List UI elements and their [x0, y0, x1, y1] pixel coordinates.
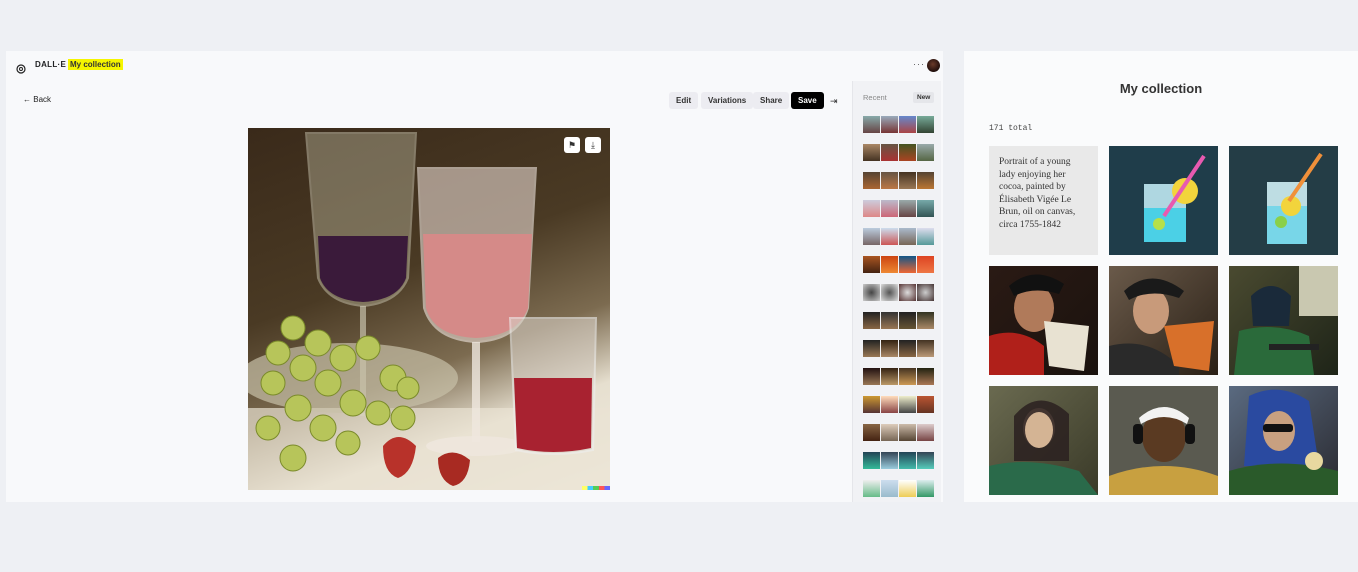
history-row[interactable] — [863, 228, 934, 245]
recent-label: Recent — [863, 93, 887, 102]
history-row[interactable] — [863, 396, 934, 413]
save-button[interactable]: Save — [791, 92, 824, 109]
history-row[interactable] — [863, 480, 934, 497]
share-button[interactable]: Share — [753, 92, 790, 109]
history-row[interactable] — [863, 424, 934, 441]
collection-tile[interactable] — [1229, 146, 1338, 255]
history-rail: Recent New — [852, 81, 941, 502]
collection-tile[interactable] — [989, 386, 1098, 495]
history-row[interactable] — [863, 172, 934, 189]
collection-total: 171 total — [989, 124, 1033, 133]
breadcrumb[interactable]: My collection — [68, 59, 123, 70]
new-button[interactable]: New — [913, 92, 935, 103]
collection-panel: My collection 171 total Portrait of a yo… — [964, 51, 1358, 502]
history-row[interactable] — [863, 200, 934, 217]
variations-button[interactable]: Variations — [701, 92, 754, 109]
more-icon[interactable]: ··· — [913, 59, 925, 69]
openai-logo-icon[interactable] — [16, 61, 26, 74]
history-row[interactable] — [863, 368, 934, 385]
collection-tile[interactable] — [1229, 266, 1338, 375]
collection-title: My collection — [1119, 81, 1203, 96]
back-label: Back — [33, 95, 52, 104]
collection-tile[interactable] — [1109, 266, 1218, 375]
brand-name[interactable]: DALL·E — [35, 60, 66, 69]
collapse-panel-icon[interactable]: ⇥ — [830, 96, 838, 107]
generated-image[interactable]: ⚑ ⤓ — [248, 128, 610, 490]
collection-tile-caption[interactable]: Portrait of a young lady enjoying her co… — [989, 146, 1098, 255]
collection-tile[interactable] — [1109, 146, 1218, 255]
watermark-signature — [582, 486, 610, 490]
history-row[interactable] — [863, 452, 934, 469]
history-row[interactable] — [863, 340, 934, 357]
collection-tile[interactable] — [1229, 386, 1338, 495]
history-row[interactable] — [863, 116, 934, 133]
history-row[interactable] — [863, 312, 934, 329]
collection-tile[interactable] — [989, 266, 1098, 375]
history-row[interactable] — [863, 144, 934, 161]
avatar[interactable] — [927, 59, 940, 72]
back-button[interactable]: ← Back — [23, 95, 51, 104]
report-flag-icon[interactable]: ⚑ — [564, 137, 580, 153]
arrow-left-icon: ← — [23, 95, 34, 104]
history-row[interactable] — [863, 284, 934, 301]
download-icon[interactable]: ⤓ — [585, 137, 601, 153]
history-row[interactable] — [863, 256, 934, 273]
edit-button[interactable]: Edit — [669, 92, 699, 109]
editor-panel: DALL·E My collection ··· ← Back Edit Var… — [6, 51, 943, 502]
collection-tile[interactable] — [1109, 386, 1218, 495]
